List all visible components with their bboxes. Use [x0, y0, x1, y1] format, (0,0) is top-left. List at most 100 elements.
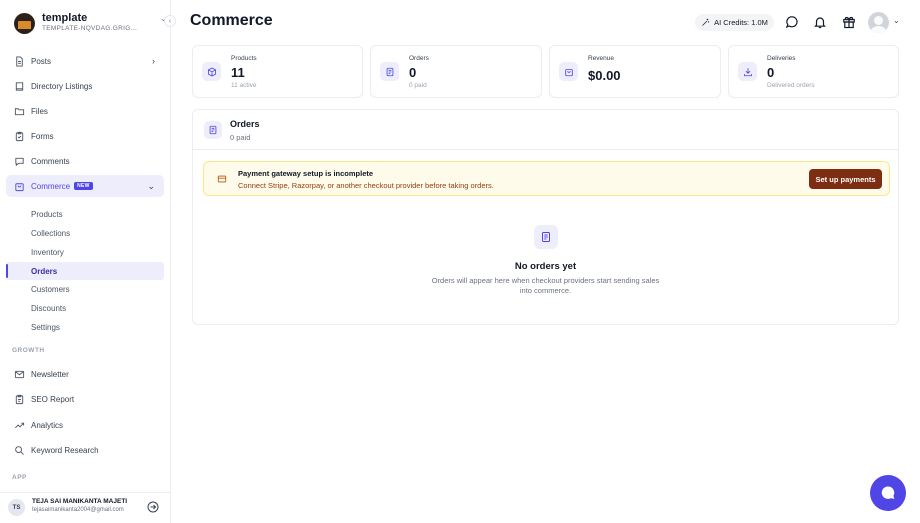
- logout-icon[interactable]: [147, 501, 159, 513]
- sidebar-item-posts[interactable]: Posts ›: [6, 50, 164, 72]
- sidebar-collapse-button[interactable]: ‹: [164, 15, 176, 27]
- stat-subtext: 11 active: [231, 82, 257, 89]
- stat-card-orders: Orders 0 0 paid: [370, 45, 542, 98]
- workspace-subtitle: TEMPLATE-NQVDAG.GRIGOR...: [42, 25, 142, 32]
- sidebar-item-label: Keyword Research: [31, 445, 99, 455]
- ai-credits-label: AI Credits: 1.0M: [714, 18, 768, 27]
- sidebar-subitem-label: Inventory: [31, 247, 64, 257]
- stat-value: $0.00: [588, 68, 621, 83]
- sidebar-subitem-label: Collections: [31, 228, 71, 238]
- sidebar-subitem-settings[interactable]: Settings: [6, 318, 164, 336]
- search-icon: [14, 445, 25, 456]
- alert-description: Connect Stripe, Razorpay, or another che…: [238, 181, 494, 190]
- chat-icon[interactable]: [785, 15, 799, 29]
- empty-state-description: Orders will appear here when checkout pr…: [431, 276, 660, 295]
- orders-panel-subtitle: 0 paid: [230, 133, 251, 142]
- receipt-icon: [204, 121, 222, 139]
- orders-panel: Orders 0 paid Payment gateway setup is i…: [192, 109, 899, 325]
- sidebar-subitem-discounts[interactable]: Discounts: [6, 299, 164, 317]
- box-icon: [202, 62, 221, 81]
- new-badge: NEW: [74, 182, 93, 190]
- chevron-down-icon[interactable]: ⌄: [893, 16, 900, 25]
- sidebar-subitem-label: Settings: [31, 322, 60, 332]
- magic-wand-icon: [702, 18, 710, 26]
- report-icon: [14, 394, 25, 405]
- orders-panel-title: Orders: [230, 119, 260, 129]
- sidebar-item-label: Commerce: [31, 181, 71, 191]
- credit-card-icon: [217, 175, 227, 183]
- stat-value: 0: [409, 65, 417, 80]
- receipt-icon: [380, 62, 399, 81]
- sidebar-subitem-label: Customers: [31, 284, 70, 294]
- sidebar-subitem-products[interactable]: Products: [6, 205, 164, 223]
- sidebar-item-label: Forms: [31, 131, 54, 141]
- sidebar-item-newsletter[interactable]: Newsletter: [6, 363, 164, 385]
- document-icon: [14, 55, 25, 67]
- workspace-logo: [14, 12, 35, 34]
- user-email: tejasaimanikanta2004@gmail.com: [32, 507, 124, 513]
- sidebar-subitem-collections[interactable]: Collections: [6, 224, 164, 242]
- section-label-app: APP: [12, 474, 27, 481]
- chevron-left-icon: ‹: [168, 17, 172, 25]
- sidebar-item-comments[interactable]: Comments: [6, 150, 164, 172]
- stat-label: Revenue: [588, 55, 615, 62]
- ai-credits-badge[interactable]: AI Credits: 1.0M: [695, 14, 774, 31]
- sidebar-item-label: Comments: [31, 156, 70, 166]
- stat-subtext: Delivered orders: [767, 82, 815, 89]
- stat-value: 0: [767, 65, 775, 80]
- sidebar-item-files[interactable]: Files: [6, 100, 164, 122]
- sidebar: template TEMPLATE-NQVDAG.GRIGOR... ⌄ Pos…: [0, 0, 171, 523]
- mail-icon: [14, 369, 25, 380]
- stat-value: 11: [231, 65, 245, 80]
- sidebar-item-label: Posts: [31, 56, 52, 66]
- workspace-name: template: [42, 12, 88, 24]
- sidebar-item-analytics[interactable]: Analytics: [6, 414, 164, 436]
- workspace-switcher[interactable]: template TEMPLATE-NQVDAG.GRIGOR... ⌄: [14, 11, 170, 35]
- stat-label: Deliveries: [767, 55, 796, 62]
- sidebar-item-forms[interactable]: Forms: [6, 125, 164, 147]
- stat-card-deliveries: Deliveries 0 Delivered orders: [728, 45, 899, 98]
- clipboard-icon: [14, 131, 25, 142]
- sidebar-item-seo-report[interactable]: SEO Report: [6, 388, 164, 410]
- trend-icon: [14, 420, 25, 431]
- receipt-icon: [534, 225, 558, 249]
- sidebar-item-keyword-research[interactable]: Keyword Research: [6, 439, 164, 461]
- stat-card-products: Products 11 11 active: [192, 45, 363, 98]
- stat-card-revenue: Revenue $0.00: [549, 45, 721, 98]
- stat-subtext: 0 paid: [409, 82, 427, 89]
- orders-panel-header: Orders 0 paid: [193, 110, 898, 150]
- sidebar-item-directory-listings[interactable]: Directory Listings: [6, 75, 164, 97]
- alert-title: Payment gateway setup is incomplete: [238, 169, 374, 178]
- sidebar-item-label: SEO Report: [31, 394, 75, 404]
- sidebar-subitem-inventory[interactable]: Inventory: [6, 243, 164, 261]
- sidebar-subitem-label: Products: [31, 209, 63, 219]
- page-title: Commerce: [190, 12, 273, 29]
- sidebar-subitem-orders[interactable]: Orders: [6, 262, 164, 280]
- payment-gateway-alert: Payment gateway setup is incomplete Conn…: [203, 161, 890, 196]
- avatar: TS: [8, 499, 25, 516]
- sidebar-subitem-customers[interactable]: Customers: [6, 280, 164, 298]
- bell-icon[interactable]: [813, 15, 827, 29]
- folder-icon: [14, 106, 25, 117]
- chevron-down-icon: ⌄: [147, 180, 155, 191]
- chat-bubble-icon: [881, 486, 895, 499]
- chevron-right-icon: ›: [152, 56, 155, 66]
- avatar[interactable]: [868, 12, 889, 33]
- set-up-payments-button[interactable]: Set up payments: [809, 169, 882, 189]
- download-icon: [738, 62, 757, 81]
- sidebar-subitem-label: Orders: [31, 266, 58, 276]
- empty-state-title: No orders yet: [514, 261, 577, 272]
- sidebar-item-commerce[interactable]: Commerce NEW ⌄: [6, 175, 164, 197]
- sidebar-item-label: Files: [31, 106, 48, 116]
- stat-label: Products: [231, 55, 257, 62]
- shopping-bag-icon: [559, 62, 578, 81]
- sidebar-item-label: Analytics: [31, 420, 64, 430]
- user-profile[interactable]: TS TEJA SAI MANIKANTA MAJETI tejasaimani…: [0, 492, 171, 523]
- section-label-growth: GROWTH: [12, 347, 45, 354]
- sidebar-item-label: Directory Listings: [31, 81, 93, 91]
- comment-icon: [14, 156, 25, 167]
- stat-label: Orders: [409, 55, 429, 62]
- gift-icon[interactable]: [842, 15, 856, 29]
- sidebar-item-label: Newsletter: [31, 369, 69, 379]
- chat-widget-button[interactable]: [870, 475, 906, 511]
